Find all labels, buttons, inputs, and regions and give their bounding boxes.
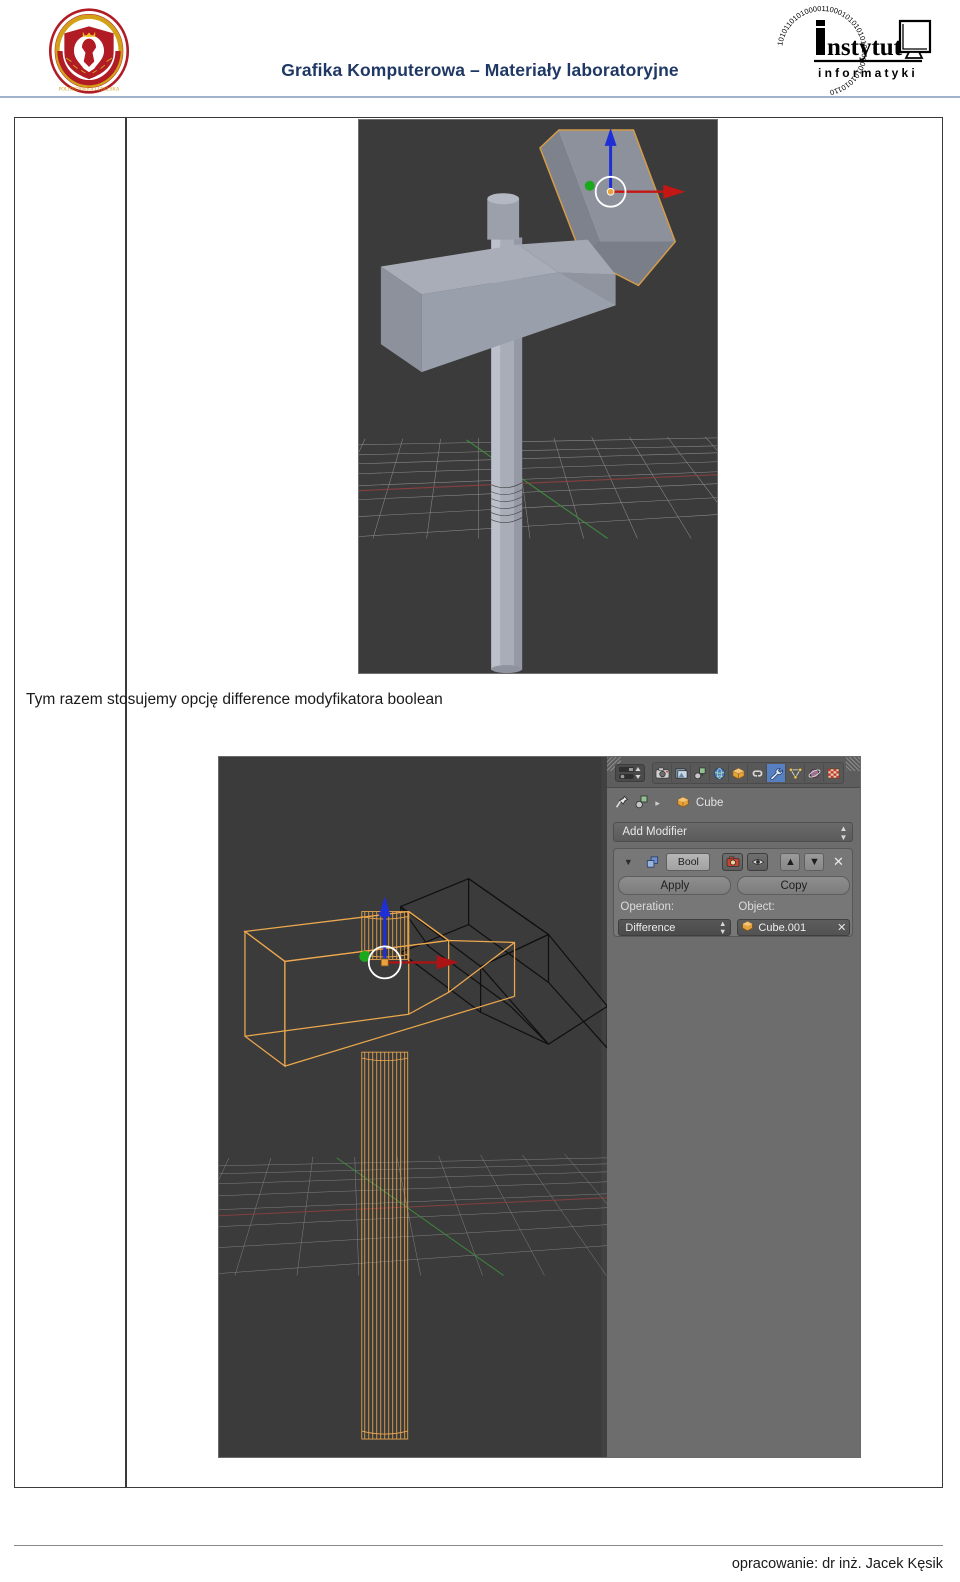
- object-data-icon[interactable]: [635, 795, 649, 812]
- modifier-move-up-button[interactable]: ▲: [780, 853, 801, 871]
- scene-tab[interactable]: [672, 764, 692, 782]
- table-column-divider: [125, 118, 127, 1487]
- operation-dropdown[interactable]: Difference ▲ ▼: [618, 919, 732, 936]
- object-clear-button[interactable]: ✕: [837, 921, 846, 934]
- physics-tab[interactable]: [805, 764, 825, 782]
- page-title: Grafika Komputerowa – Materiały laborato…: [281, 60, 679, 80]
- figure-caption: Tym razem stosujemy opcję difference mod…: [26, 691, 443, 708]
- properties-tabs[interactable]: [652, 762, 845, 784]
- object-data-tab[interactable]: [691, 764, 711, 782]
- lublin-university-of-technology-seal: POLITECHNIKA LUBELSKA: [45, 7, 133, 95]
- object-label: Object:: [738, 901, 775, 913]
- pin-icon[interactable]: [615, 795, 629, 812]
- object-tab[interactable]: [729, 764, 749, 782]
- breadcrumb-separator: ▸: [655, 797, 660, 808]
- boolean-modifier-panel: ▼ Bool ▲ ▼ ✕ Apply Copy Operation: Objec…: [613, 848, 854, 937]
- modifier-field-labels: Operation: Object:: [620, 901, 852, 913]
- object-field[interactable]: Cube.001 ✕: [737, 919, 851, 936]
- svg-text:POLITECHNIKA LUBELSKA: POLITECHNIKA LUBELSKA: [59, 88, 120, 93]
- page-header: POLITECHNIKA LUBELSKA Grafika Komputerow…: [0, 0, 960, 100]
- orange-cube-icon: [676, 795, 690, 812]
- properties-tab-row[interactable]: [615, 762, 845, 784]
- properties-body: Add Modifier ▲ ▼ ▼ Bool ▲ ▼ ✕ Apply Copy…: [607, 817, 860, 1457]
- modifier-move-down-button[interactable]: ▼: [804, 853, 825, 871]
- apply-button[interactable]: Apply: [618, 876, 732, 895]
- add-modifier-label: Add Modifier: [622, 826, 687, 838]
- svg-text:informatyki: informatyki: [818, 66, 918, 80]
- copy-button[interactable]: Copy: [737, 876, 851, 895]
- modifier-header-row[interactable]: ▼ Bool ▲ ▼ ✕: [618, 852, 850, 872]
- footer-author: opracowanie: dr inż. Jacek Kęsik: [731, 1556, 943, 1572]
- boolean-modifier-icon: [642, 853, 662, 871]
- chevron-down-icon[interactable]: ▼: [618, 853, 638, 871]
- blender-window-screenshot: ▸ Cube Add Modifier ▲ ▼ ▼ Bool ▲ ▼ ✕ App…: [218, 756, 861, 1458]
- operation-spinner: ▲ ▼: [718, 919, 727, 936]
- modifier-name-field[interactable]: Bool: [666, 853, 711, 871]
- svg-text:nstytut: nstytut: [827, 34, 903, 61]
- world-tab[interactable]: [710, 764, 730, 782]
- modifiers-tab[interactable]: [767, 764, 787, 782]
- modifier-field-row[interactable]: Difference ▲ ▼ Cube.001 ✕: [618, 919, 851, 936]
- breadcrumb-object-name: Cube: [695, 797, 724, 809]
- properties-header-bar: [607, 757, 860, 788]
- editor-type-selector[interactable]: [615, 764, 646, 782]
- render-tab[interactable]: [653, 764, 673, 782]
- area-corner-handle-right[interactable]: [846, 757, 860, 771]
- blender-3d-viewport[interactable]: [219, 757, 608, 1457]
- header-divider: [0, 96, 960, 98]
- footer-divider: [14, 1545, 943, 1546]
- modifier-delete-button[interactable]: ✕: [828, 853, 848, 871]
- modifier-viewport-toggle[interactable]: [747, 853, 769, 871]
- blender-properties-editor[interactable]: ▸ Cube Add Modifier ▲ ▼ ▼ Bool ▲ ▼ ✕ App…: [607, 757, 860, 1457]
- texture-tab[interactable]: [824, 764, 843, 782]
- operation-value: Difference: [625, 922, 676, 934]
- modifier-render-toggle[interactable]: [722, 853, 744, 871]
- particles-tab[interactable]: [786, 764, 806, 782]
- orange-cube-icon: [741, 920, 754, 935]
- instytut-informatyki-logo: 1010110101000011000101010101010000101010…: [770, 4, 945, 97]
- content-table: Tym razem stosujemy opcję difference mod…: [14, 117, 943, 1488]
- constraints-tab[interactable]: [748, 764, 768, 782]
- add-modifier-dropdown[interactable]: Add Modifier ▲ ▼: [613, 822, 854, 842]
- blender-shaded-viewport-render: [358, 119, 718, 674]
- modifier-action-row[interactable]: Apply Copy: [618, 876, 851, 895]
- object-value: Cube.001: [758, 921, 807, 934]
- add-modifier-spinner: ▲ ▼: [839, 824, 848, 842]
- breadcrumb[interactable]: ▸ Cube: [615, 793, 723, 813]
- operation-label: Operation:: [620, 901, 675, 913]
